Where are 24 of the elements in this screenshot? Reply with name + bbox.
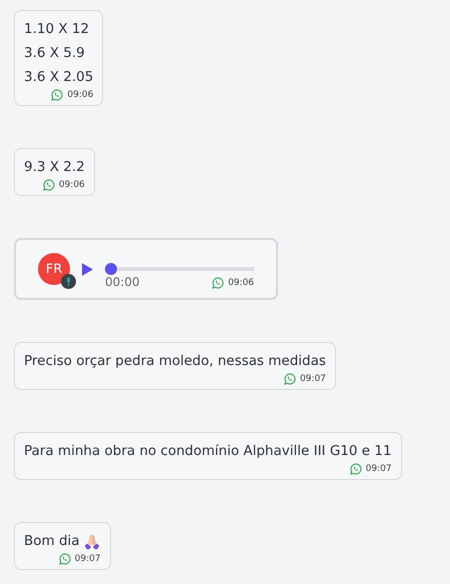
message-text: Bom dia [24,532,80,551]
message-text: Para minha obra no condomínio Alphaville III G10 e 11 [24,442,392,461]
whatsapp-icon [350,463,362,475]
whatsapp-icon [42,179,55,191]
message-text: 1.10 X 12 [24,20,90,39]
message-time: 09:07 [366,464,392,474]
message-time: 09:06 [67,90,94,100]
message-text: 9.3 X 2.2 [24,158,85,177]
message-text: 3.6 X 2.05 [24,68,94,87]
whatsapp-icon [51,89,64,101]
message-time: 09:07 [300,374,326,384]
whatsapp-icon [212,277,224,289]
microphone-icon [61,274,76,289]
audio-duration: 00:00 [105,275,140,289]
message-text: Preciso orçar pedra moledo, nessas medidas [24,352,326,371]
message-time: 09:06 [228,278,254,288]
message-time: 09:07 [74,554,101,564]
audio-progress-thumb[interactable] [105,263,117,275]
message-text: 3.6 X 5.9 [24,44,85,63]
whatsapp-icon [284,373,296,385]
avatar: FR [38,253,70,285]
whatsapp-icon [58,553,71,565]
play-button[interactable] [82,262,93,276]
message-time: 09:06 [58,180,85,190]
